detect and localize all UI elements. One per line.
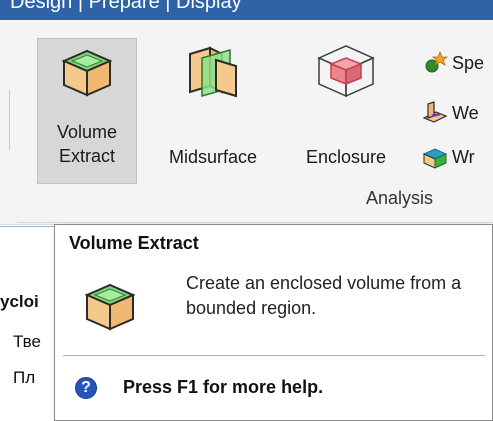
background-text-line1: ycloi [0,292,39,311]
tooltip-separator [63,355,485,356]
wrap-label: Wr [452,147,475,167]
midsurface-icon [189,46,237,98]
enclosure-button[interactable]: Enclosure [288,38,404,184]
spot-weld-icon [425,50,448,73]
volume-extract-tooltip: Volume Extract Create an enclosed volume… [54,224,493,421]
tooltip-help-text: Press F1 for more help. [123,377,324,397]
window-title: Design | Prepare | Display [10,0,242,13]
enclosure-icon [317,45,375,98]
background-text-line2: Тве [13,332,41,351]
help-question-icon: ? [75,377,97,399]
window-titlebar: Design | Prepare | Display [0,0,493,20]
volume-extract-button[interactable]: Volume Extract [37,38,137,184]
volume-extract-icon [61,49,113,97]
ribbon-toolbar: Volume Extract Midsurface Enclosure Spe [0,20,493,225]
ribbon-separator [9,90,10,150]
volume-extract-icon [84,283,136,331]
midsurface-button[interactable]: Midsurface [148,38,278,184]
tooltip-description: Create an enclosed volume from a bounded… [186,273,462,318]
midsurface-label: Midsurface [168,147,258,167]
volume-extract-label-line2: Extract [58,146,115,166]
ribbon-group-separator [17,222,493,223]
tooltip-title: Volume Extract [69,233,199,253]
background-text-line3: Пл [13,368,36,387]
spot-weld-label: Spe [452,53,485,73]
ribbon-group-label: Analysis [366,188,434,208]
volume-extract-label-line1: Volume [56,122,118,142]
wrap-icon [422,148,448,169]
weld-label: We [452,103,479,123]
background-divider [0,226,60,227]
enclosure-label: Enclosure [305,147,387,167]
weld-icon [422,101,448,123]
